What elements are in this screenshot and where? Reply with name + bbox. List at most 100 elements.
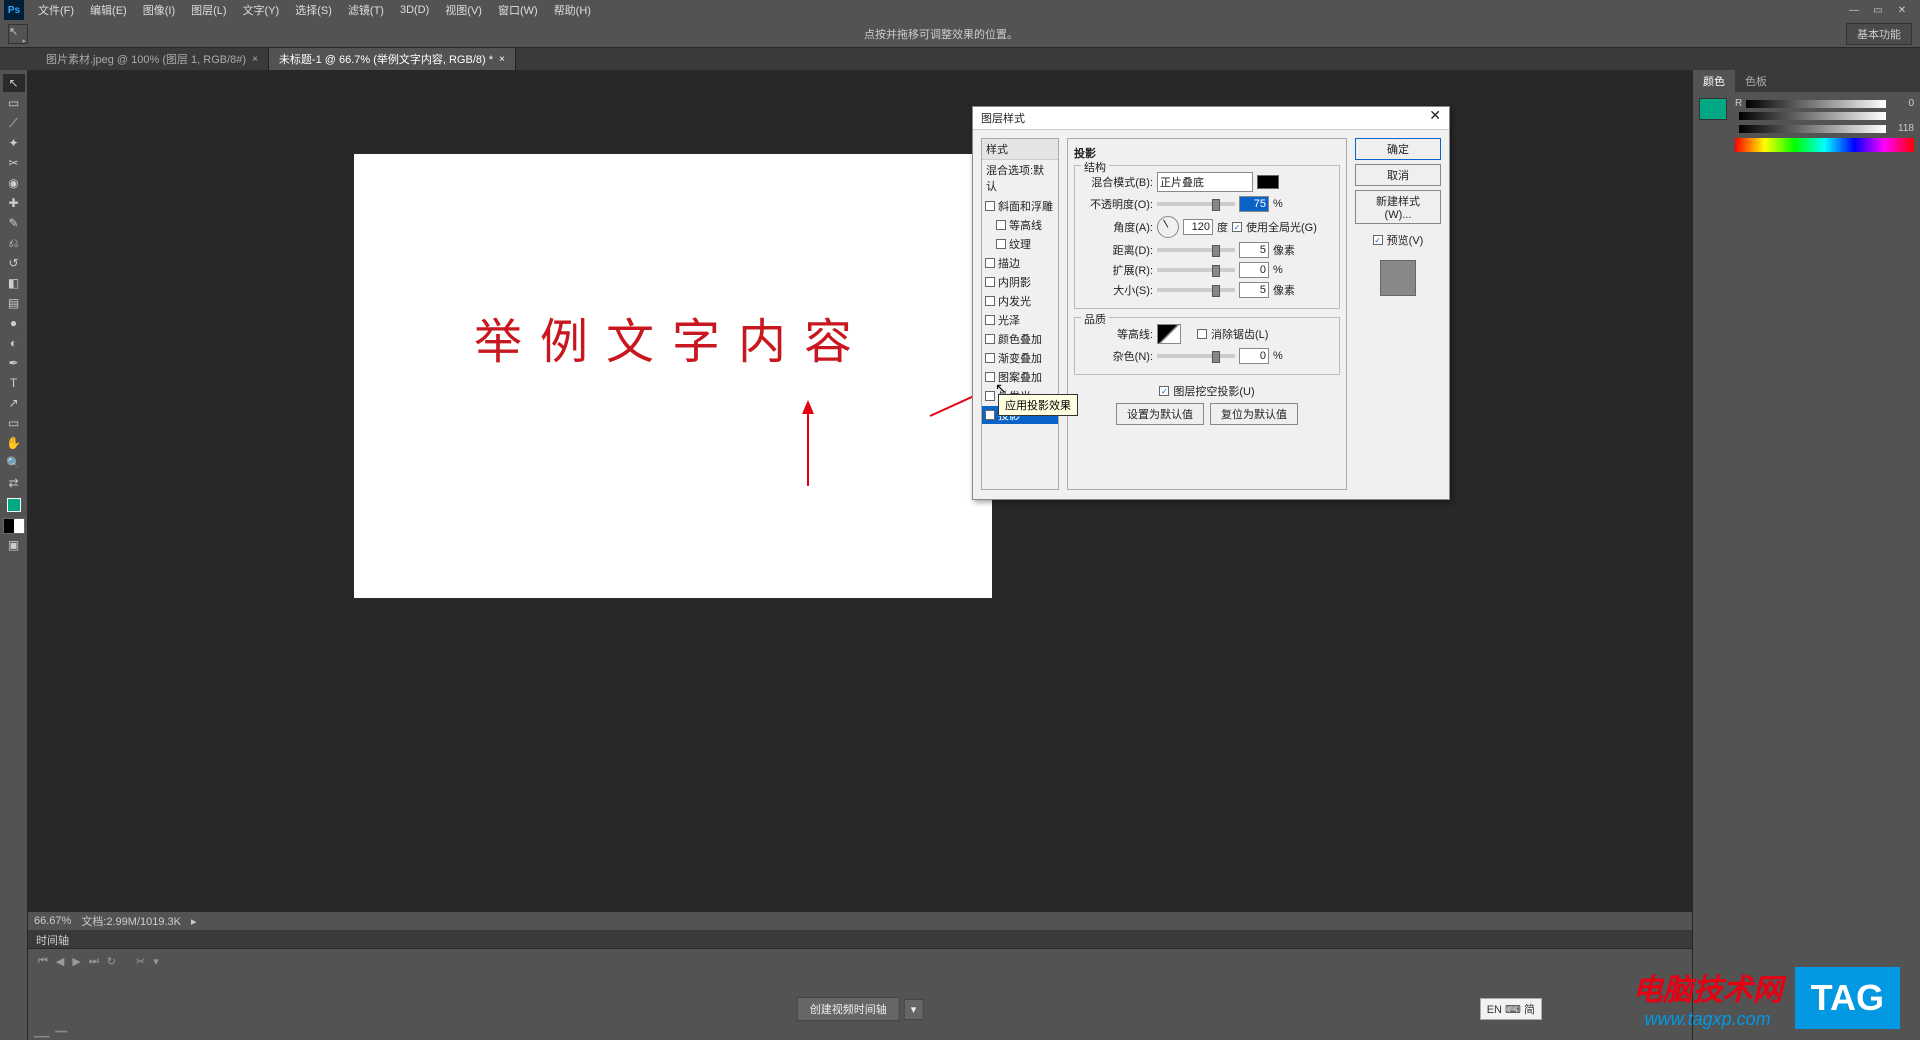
workspace-switcher[interactable]: 基本功能 [1846, 23, 1912, 45]
tl-loop-icon[interactable]: ↻ [107, 955, 116, 968]
blending-options[interactable]: 混合选项:默认 [982, 160, 1058, 197]
create-timeline-dropdown[interactable]: ▾ [904, 999, 924, 1020]
tl-zoom-out-icon[interactable]: ▁▁ [34, 1027, 49, 1038]
style-gradient-overlay[interactable]: 渐变叠加 [982, 349, 1058, 368]
shadow-color-chip[interactable] [1257, 175, 1279, 189]
opacity-input[interactable]: 75 [1239, 196, 1269, 212]
hand-tool[interactable]: ✋ [3, 434, 25, 452]
style-contour[interactable]: 等高线 [982, 216, 1058, 235]
noise-slider[interactable] [1157, 354, 1235, 358]
noise-input[interactable]: 0 [1239, 348, 1269, 364]
move-tool-icon[interactable]: ↖ [8, 24, 28, 44]
blur-tool[interactable]: ● [3, 314, 25, 332]
style-satin[interactable]: 光泽 [982, 311, 1058, 330]
tl-prev-icon[interactable]: ◀ [56, 955, 64, 968]
screenmode-toggle[interactable]: ▣ [3, 536, 25, 554]
zoom-tool[interactable]: 🔍 [3, 454, 25, 472]
blend-mode-select[interactable]: 正片叠底 [1157, 172, 1253, 192]
color-swap-icon[interactable]: ⇄ [3, 474, 25, 492]
g-slider[interactable] [1739, 112, 1886, 120]
wand-tool[interactable]: ✦ [3, 134, 25, 152]
menu-3d[interactable]: 3D(D) [392, 2, 437, 18]
eraser-tool[interactable]: ◧ [3, 274, 25, 292]
color-swatch[interactable] [1699, 98, 1727, 120]
gradient-tool[interactable]: ▤ [3, 294, 25, 312]
dialog-titlebar[interactable]: 图层样式 ✕ [973, 107, 1449, 130]
style-stroke[interactable]: 描边 [982, 254, 1058, 273]
reset-default-button[interactable]: 复位为默认值 [1210, 403, 1298, 425]
minimize-button[interactable]: — [1846, 4, 1862, 16]
menu-window[interactable]: 窗口(W) [490, 0, 546, 20]
size-slider[interactable] [1157, 288, 1235, 292]
knockout-checkbox[interactable] [1159, 386, 1169, 396]
quickmask-toggle[interactable] [3, 518, 25, 534]
style-color-overlay[interactable]: 颜色叠加 [982, 330, 1058, 349]
tab-close-icon[interactable]: × [499, 54, 505, 65]
angle-input[interactable]: 120 [1183, 219, 1213, 235]
history-brush-tool[interactable]: ↺ [3, 254, 25, 272]
distance-slider[interactable] [1157, 248, 1235, 252]
tl-cut-icon[interactable]: ✂ [136, 955, 145, 968]
brush-tool[interactable]: ✎ [3, 214, 25, 232]
eyedropper-tool[interactable]: ◉ [3, 174, 25, 192]
doc-tab-1[interactable]: 图片素材.jpeg @ 100% (图层 1, RGB/8#) × [36, 48, 269, 70]
doc-tab-2[interactable]: 未标题-1 @ 66.7% (举例文字内容, RGB/8) * × [269, 48, 516, 70]
style-list-header[interactable]: 样式 [982, 139, 1058, 160]
tl-next-icon[interactable]: ⏭ [89, 955, 99, 968]
shape-tool[interactable]: ▭ [3, 414, 25, 432]
foreground-color[interactable] [7, 498, 21, 512]
crop-tool[interactable]: ✂ [3, 154, 25, 172]
path-tool[interactable]: ↗ [3, 394, 25, 412]
set-default-button[interactable]: 设置为默认值 [1116, 403, 1204, 425]
tab-close-icon[interactable]: × [252, 54, 258, 65]
preview-checkbox[interactable] [1373, 235, 1383, 245]
r-slider[interactable] [1746, 100, 1886, 108]
style-bevel[interactable]: 斜面和浮雕 [982, 197, 1058, 216]
size-input[interactable]: 5 [1239, 282, 1269, 298]
create-timeline-button[interactable]: 创建视频时间轴 [797, 997, 900, 1021]
cancel-button[interactable]: 取消 [1355, 164, 1441, 186]
menu-layer[interactable]: 图层(L) [183, 0, 234, 20]
distance-input[interactable]: 5 [1239, 242, 1269, 258]
menu-type[interactable]: 文字(Y) [235, 0, 288, 20]
healing-tool[interactable]: ✚ [3, 194, 25, 212]
color-ramp[interactable] [1735, 138, 1914, 152]
canvas-text-layer[interactable]: 举例文字内容 [474, 302, 870, 372]
new-style-button[interactable]: 新建样式(W)... [1355, 190, 1441, 224]
menu-edit[interactable]: 编辑(E) [82, 0, 135, 20]
angle-dial[interactable] [1157, 216, 1179, 238]
style-inner-glow[interactable]: 内发光 [982, 292, 1058, 311]
r-value[interactable]: 0 [1890, 98, 1914, 109]
pen-tool[interactable]: ✒ [3, 354, 25, 372]
ime-indicator[interactable]: EN ⌨ 简 [1480, 998, 1542, 1020]
style-inner-shadow[interactable]: 内阴影 [982, 273, 1058, 292]
status-menu-icon[interactable]: ▸ [191, 915, 197, 928]
spread-slider[interactable] [1157, 268, 1235, 272]
b-slider[interactable] [1739, 125, 1886, 133]
menu-help[interactable]: 帮助(H) [546, 0, 599, 20]
swatches-tab[interactable]: 色板 [1735, 70, 1777, 92]
spread-input[interactable]: 0 [1239, 262, 1269, 278]
menu-filter[interactable]: 滤镜(T) [340, 0, 392, 20]
style-texture[interactable]: 纹理 [982, 235, 1058, 254]
tl-go-start-icon[interactable]: ⏮ [38, 955, 48, 968]
menu-select[interactable]: 选择(S) [287, 0, 340, 20]
tl-zoom-slider[interactable]: ━━ [55, 1027, 67, 1038]
dodge-tool[interactable]: ◐ [3, 334, 25, 352]
global-light-checkbox[interactable] [1232, 222, 1242, 232]
dialog-close-icon[interactable]: ✕ [1429, 110, 1441, 126]
b-value[interactable]: 118 [1890, 123, 1914, 134]
lasso-tool[interactable]: ⟋ [3, 114, 25, 132]
menu-image[interactable]: 图像(I) [135, 0, 183, 20]
ok-button[interactable]: 确定 [1355, 138, 1441, 160]
contour-picker[interactable] [1157, 324, 1181, 344]
stamp-tool[interactable]: ⎌ [3, 234, 25, 252]
document-canvas[interactable]: 举例文字内容 [354, 154, 992, 598]
antialias-checkbox[interactable] [1197, 329, 1207, 339]
opacity-slider[interactable] [1157, 202, 1235, 206]
close-button[interactable]: ✕ [1894, 4, 1910, 16]
tl-menu-icon[interactable]: ▾ [153, 955, 159, 968]
timeline-tab[interactable]: 时间轴 [28, 930, 1692, 948]
style-pattern-overlay[interactable]: 图案叠加 [982, 368, 1058, 387]
zoom-level[interactable]: 66.67% [34, 915, 71, 927]
